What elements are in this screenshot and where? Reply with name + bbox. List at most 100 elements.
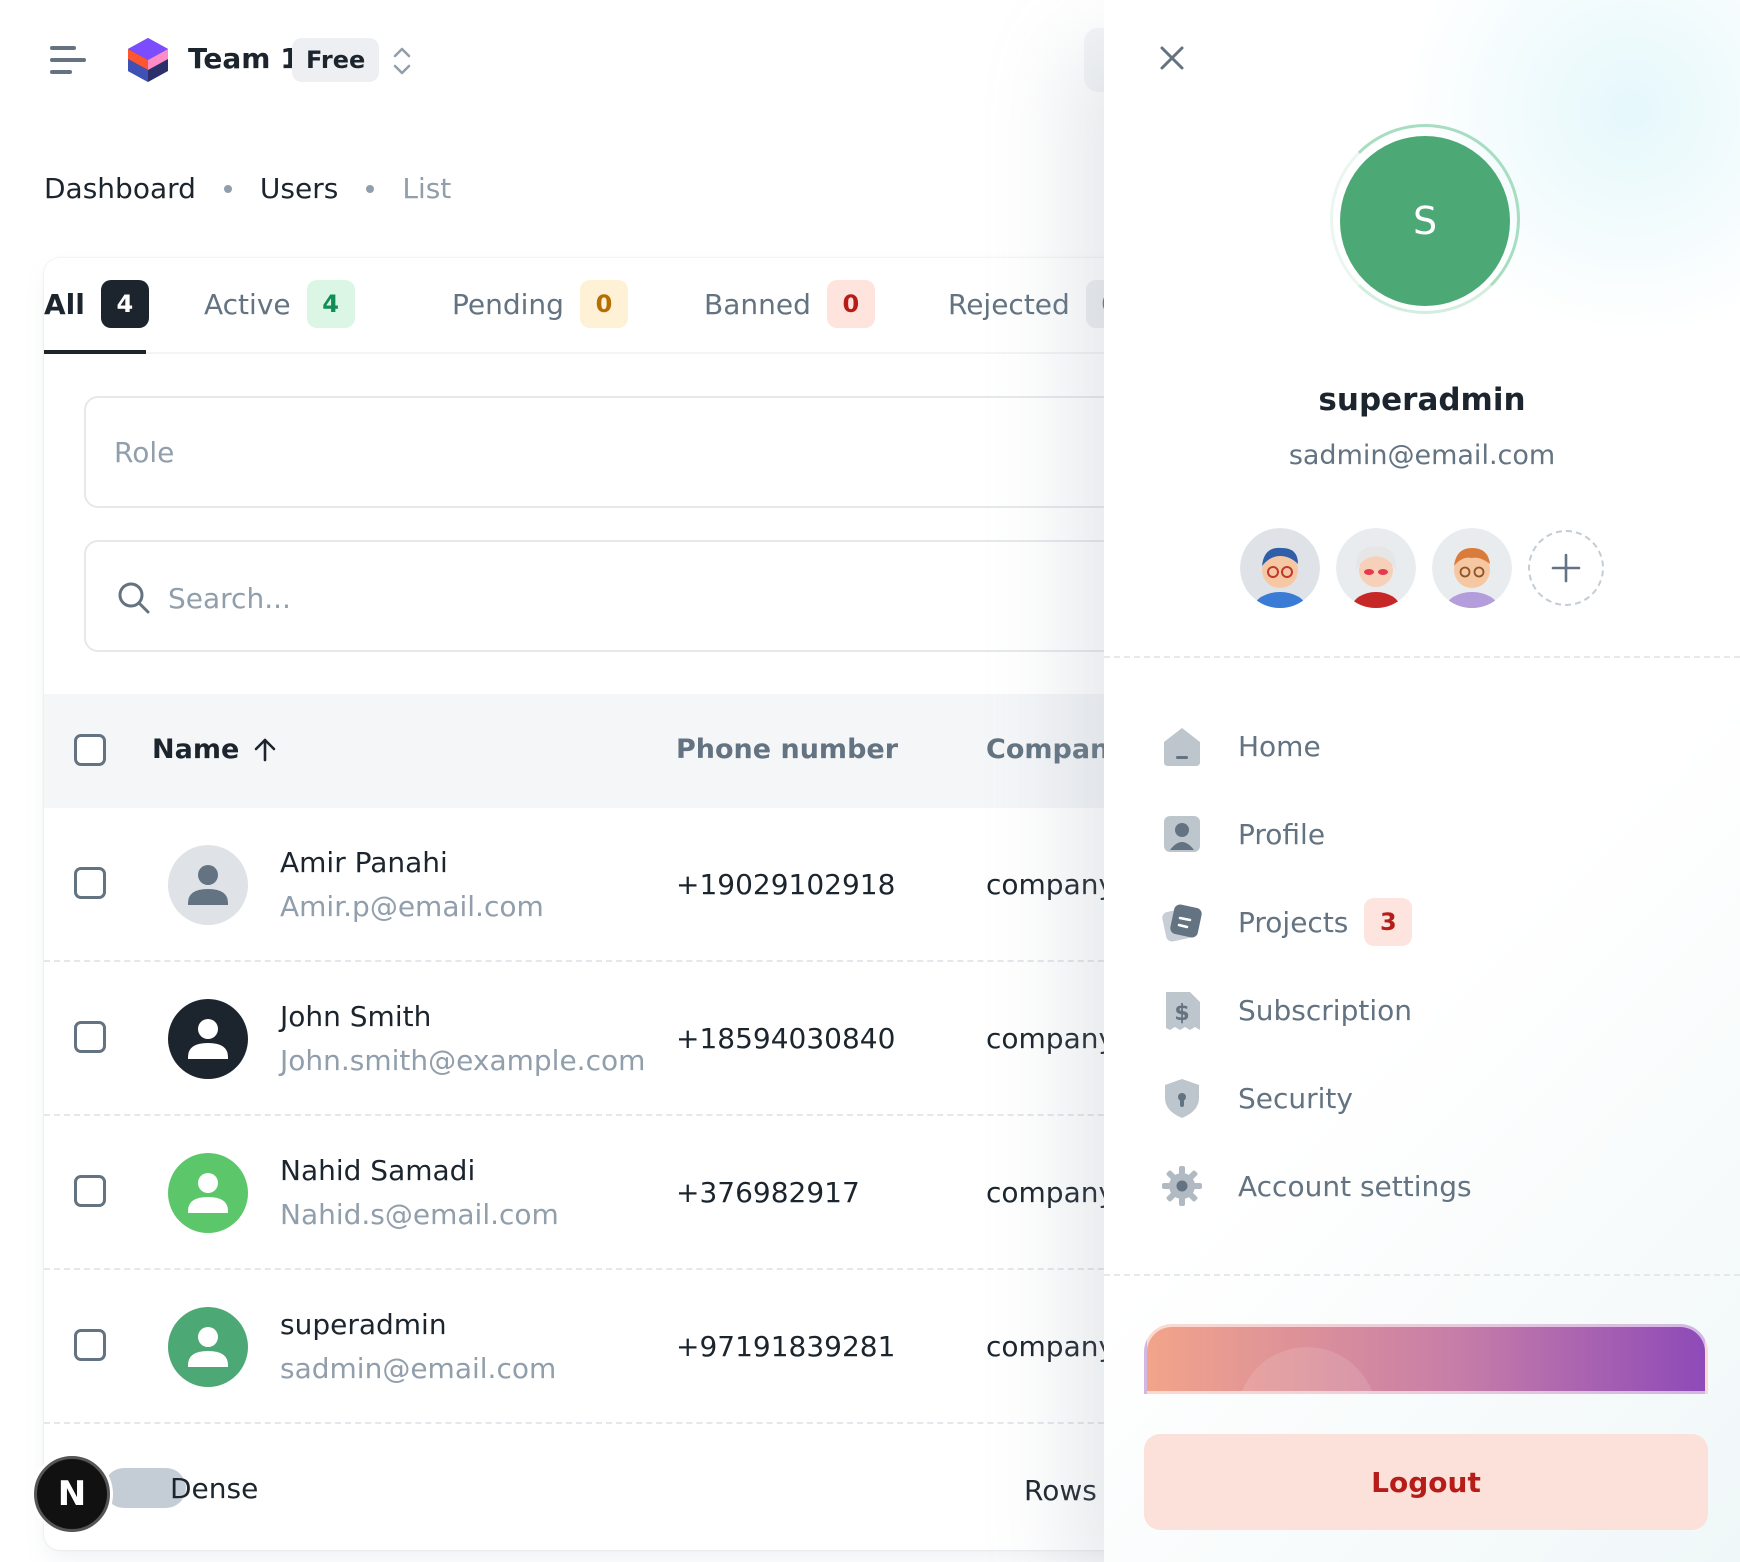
menu-item-subscription[interactable]: $ Subscription: [1160, 980, 1412, 1040]
avatar-man-icon: [1432, 528, 1512, 608]
top-bar: Team 1 Free: [0, 0, 1104, 120]
tab-count-badge: 0: [826, 280, 875, 328]
team-member-avatar[interactable]: [1336, 528, 1416, 608]
breadcrumb-dashboard[interactable]: Dashboard: [44, 172, 196, 205]
add-member-button[interactable]: [1528, 530, 1604, 606]
breadcrumb-separator: [366, 184, 375, 193]
tab-label: Pending: [452, 287, 564, 321]
tab-count-badge: 0: [579, 280, 628, 328]
breadcrumb-users[interactable]: Users: [260, 172, 338, 205]
chevron-up-down-icon[interactable]: [390, 44, 414, 78]
menu-item-projects[interactable]: Projects 3: [1160, 892, 1413, 952]
menu-label: Home: [1238, 729, 1321, 763]
tab-rejected[interactable]: Rejected 0: [948, 278, 1104, 330]
logout-button[interactable]: Logout: [1144, 1434, 1708, 1530]
breadcrumb-list: List: [402, 172, 452, 205]
column-header-name[interactable]: Name: [152, 734, 279, 765]
role-placeholder: Role: [114, 436, 175, 469]
menu-label: Profile: [1238, 817, 1326, 851]
drawer-divider: [1104, 1274, 1740, 1276]
users-table-card: All 4 Active 4 Pending 0 Banned 0 Reject…: [44, 258, 1104, 1550]
menu-label: Security: [1238, 1081, 1353, 1115]
company-name: company: [986, 1330, 1104, 1363]
tab-active[interactable]: Active 4: [204, 278, 355, 330]
breadcrumb-separator: [223, 184, 232, 193]
tab-all[interactable]: All 4: [44, 278, 149, 330]
user-name: superadmin: [280, 1308, 447, 1341]
projects-icon: [1160, 900, 1204, 944]
avatar: [168, 1153, 248, 1233]
table-header: Name Phone number Company: [44, 694, 1104, 808]
plan-badge: Free: [292, 38, 380, 82]
header-action-button[interactable]: [1084, 28, 1104, 92]
menu-item-home[interactable]: Home: [1160, 716, 1321, 776]
tab-pending[interactable]: Pending 0: [452, 278, 628, 330]
phone-number: +18594030840: [676, 1022, 896, 1055]
avatar: [168, 1307, 248, 1387]
gear-icon: [1160, 1164, 1204, 1208]
dense-label: Dense: [170, 1472, 259, 1505]
table-row[interactable]: John Smith John.smith@example.com +1859403…: [44, 962, 1104, 1116]
user-email: sadmin@email.com: [1288, 440, 1556, 471]
breadcrumb: Dashboard Users List: [44, 172, 451, 205]
menu-item-profile[interactable]: Profile: [1160, 804, 1325, 864]
user-email: Amir.p@email.com: [280, 890, 544, 923]
menu-item-account-settings[interactable]: Account settings: [1160, 1156, 1472, 1216]
avatar: [168, 845, 248, 925]
menu-toggle-icon[interactable]: [50, 44, 86, 76]
company-name: company: [986, 868, 1104, 901]
search-input[interactable]: [168, 570, 768, 626]
promo-decoration: [1237, 1347, 1377, 1391]
tab-label: All: [44, 287, 85, 321]
account-drawer: S superadmin sadmin@email.com Home Profi…: [1104, 0, 1740, 1562]
active-tab-indicator: [44, 350, 146, 354]
person-icon: [188, 1019, 228, 1059]
menu-item-security[interactable]: Security: [1160, 1068, 1353, 1128]
company-name: company: [986, 1022, 1104, 1055]
column-header-company[interactable]: Company: [986, 734, 1104, 765]
upgrade-promo-banner[interactable]: [1144, 1324, 1708, 1394]
team-member-avatar[interactable]: [1240, 528, 1320, 608]
tab-banned[interactable]: Banned 0: [704, 278, 875, 330]
table-row[interactable]: Amir Panahi Amir.p@email.com +19029102918 c…: [44, 808, 1104, 962]
tab-label: Banned: [704, 287, 811, 321]
row-checkbox[interactable]: [74, 1021, 106, 1053]
row-checkbox[interactable]: [74, 867, 106, 899]
team-logo-icon: [128, 38, 168, 82]
user-name: John Smith: [280, 1000, 432, 1033]
table-row[interactable]: Nahid Samadi Nahid.s@email.com +376982917 c…: [44, 1116, 1104, 1270]
menu-label: Subscription: [1238, 993, 1412, 1027]
company-name: company: [986, 1176, 1104, 1209]
user-name: Amir Panahi: [280, 846, 448, 879]
person-icon: [188, 865, 228, 905]
nextjs-badge[interactable]: N: [34, 1456, 110, 1532]
phone-number: +376982917: [676, 1176, 860, 1209]
profile-icon: [1160, 812, 1204, 856]
team-avatars: [1240, 528, 1604, 608]
rows-per-page-label: Rows p: [1024, 1474, 1104, 1507]
role-select[interactable]: Role: [84, 396, 1104, 508]
avatar-boy-icon: [1240, 528, 1320, 608]
team-member-avatar[interactable]: [1432, 528, 1512, 608]
table-footer: Dense Rows p: [44, 1418, 1104, 1550]
close-icon[interactable]: [1148, 34, 1196, 82]
user-email: Nahid.s@email.com: [280, 1198, 559, 1231]
tab-count-badge: 4: [100, 280, 149, 328]
menu-label: Projects: [1238, 905, 1349, 939]
search-field: [84, 540, 1104, 652]
avatar-woman-icon: [1336, 528, 1416, 608]
row-checkbox[interactable]: [74, 1175, 106, 1207]
team-name[interactable]: Team 1: [188, 42, 300, 75]
shield-icon: [1160, 1076, 1204, 1120]
column-header-phone[interactable]: Phone number: [676, 734, 898, 765]
avatar: [168, 999, 248, 1079]
person-icon: [188, 1327, 228, 1367]
table-row[interactable]: superadmin sadmin@email.com +97191839281 co…: [44, 1270, 1104, 1424]
row-checkbox[interactable]: [74, 1329, 106, 1361]
arrow-up-icon: [254, 738, 276, 761]
user-avatar: S: [1340, 136, 1510, 306]
user-name: superadmin: [1318, 382, 1526, 418]
plus-icon: [1551, 553, 1581, 583]
user-name: Nahid Samadi: [280, 1154, 476, 1187]
select-all-checkbox[interactable]: [74, 734, 106, 766]
